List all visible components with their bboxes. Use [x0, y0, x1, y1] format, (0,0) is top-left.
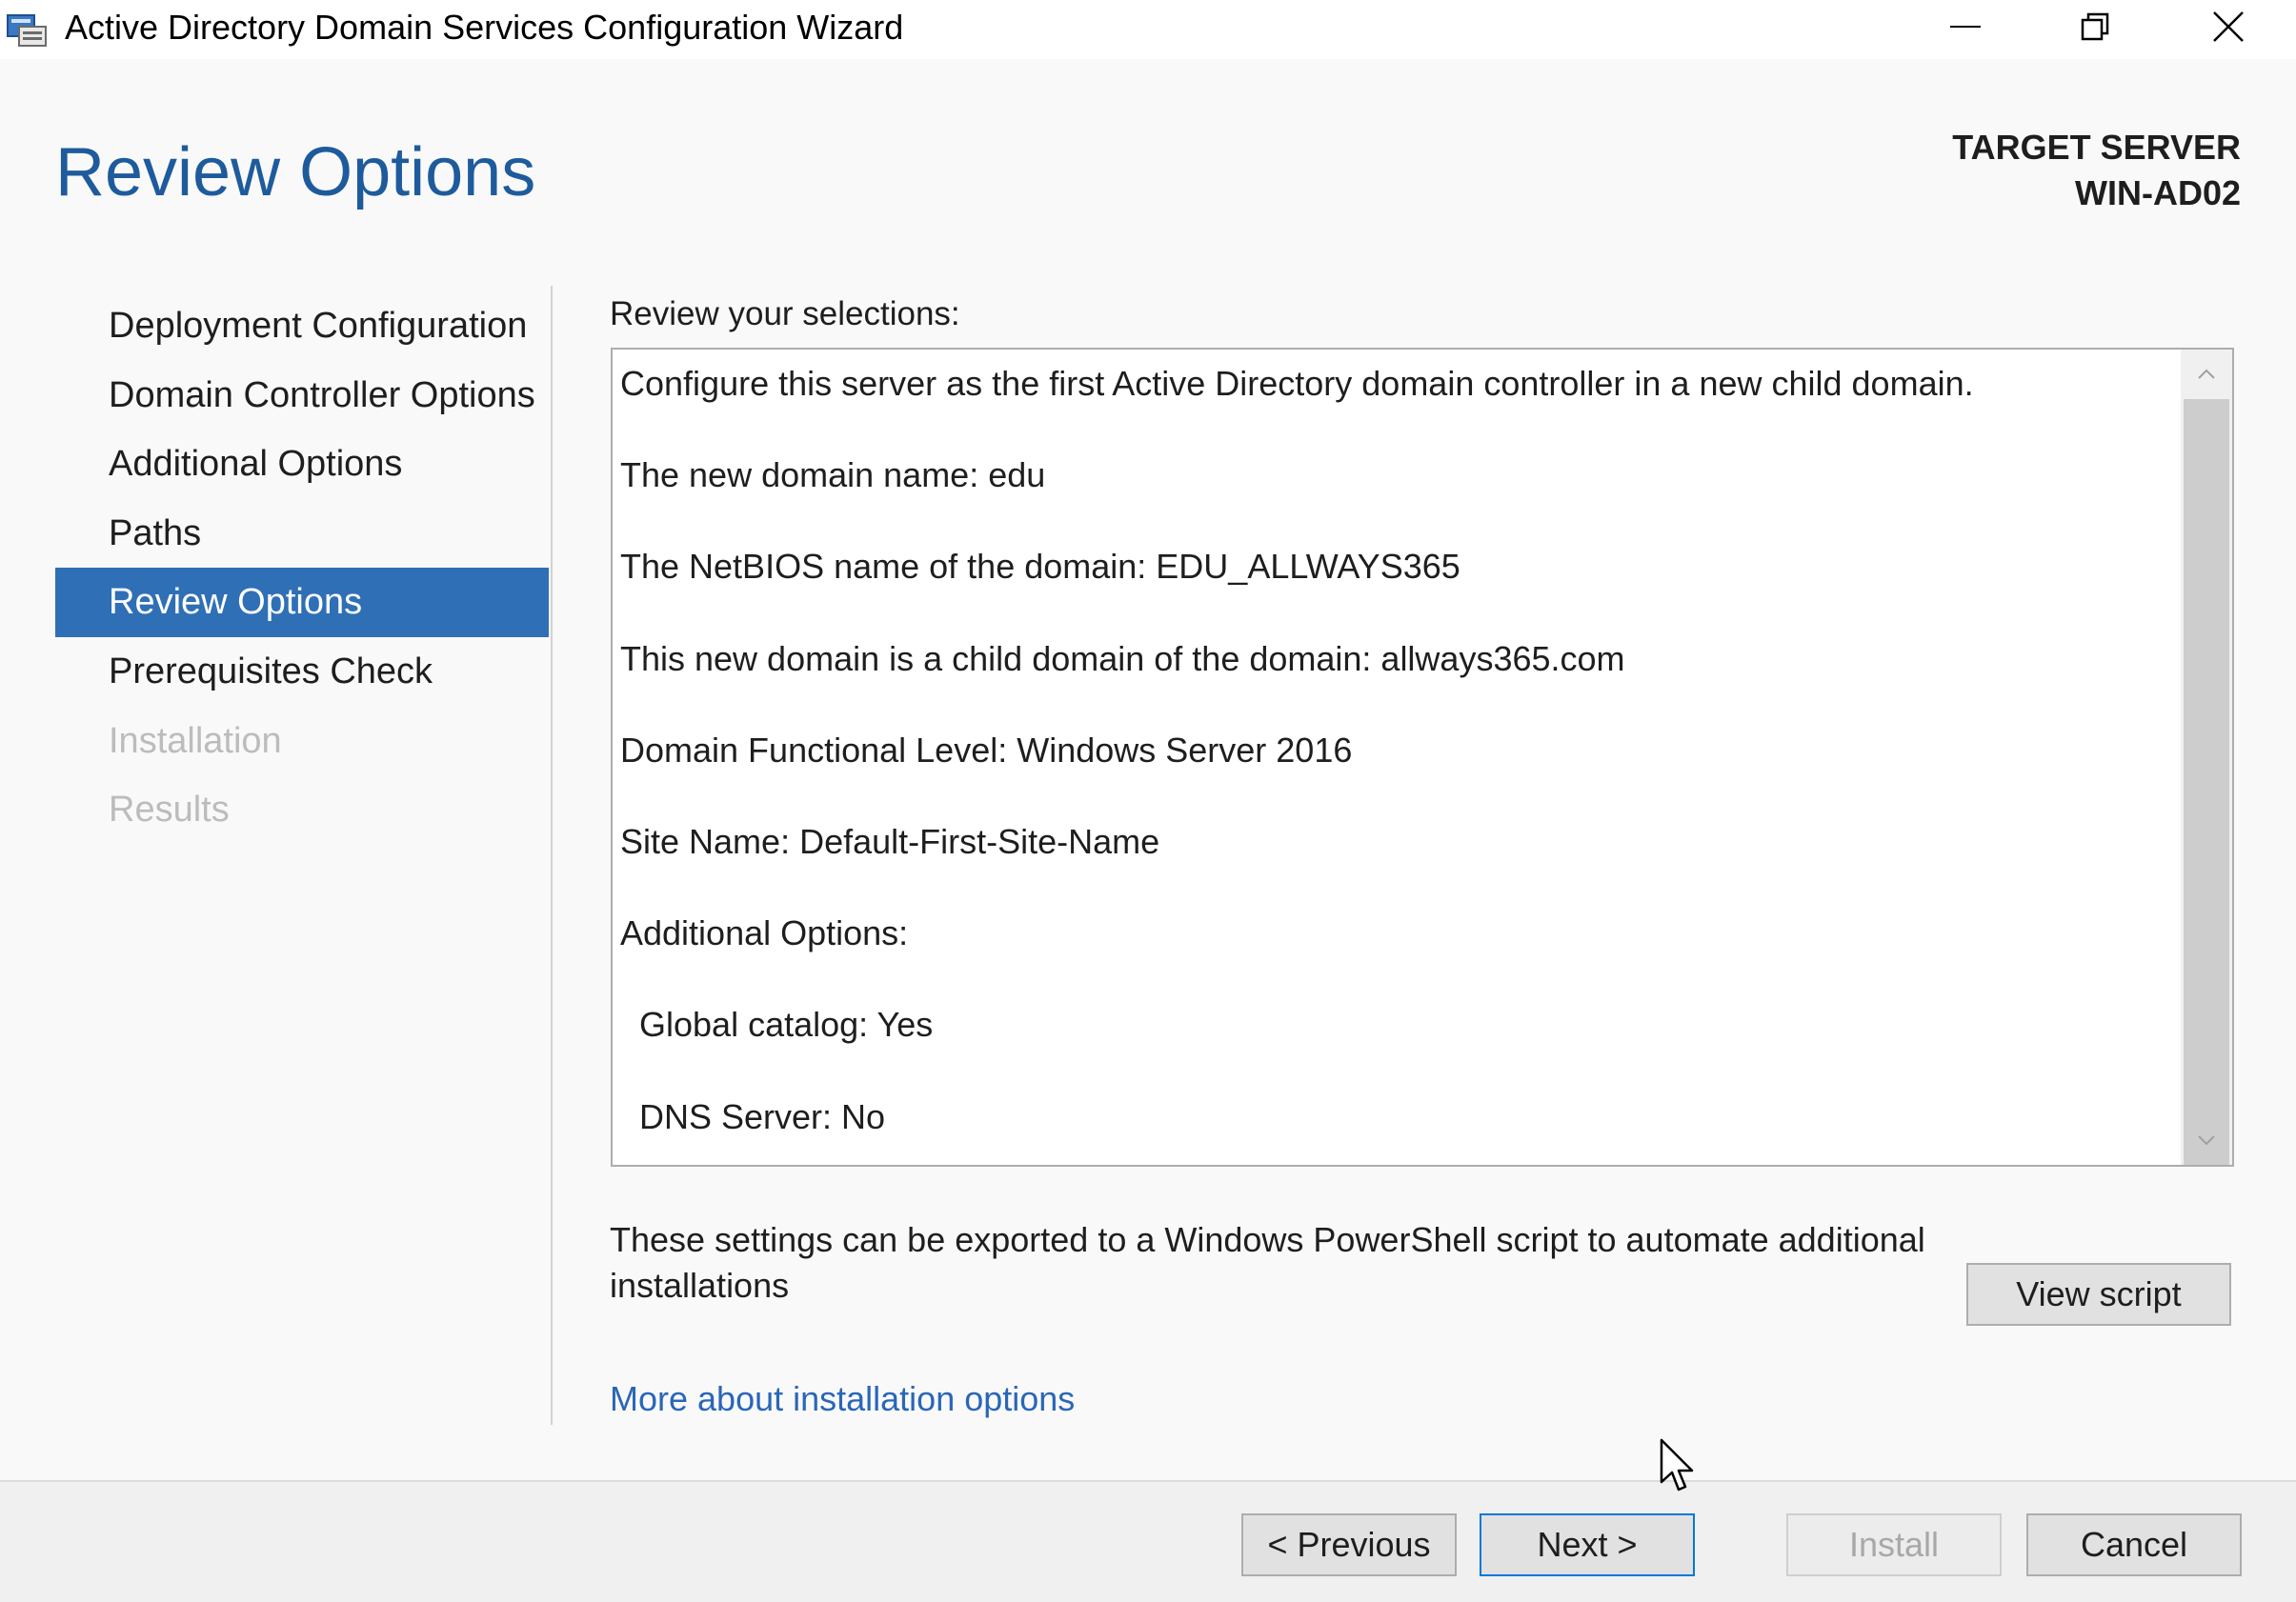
vertical-scrollbar[interactable] — [2181, 350, 2232, 1165]
close-button[interactable] — [2166, 0, 2290, 53]
cancel-button[interactable]: Cancel — [2026, 1513, 2242, 1576]
nav-item-domain-controller-options[interactable]: Domain Controller Options — [55, 361, 549, 431]
target-server-label: TARGET SERVER — [1952, 128, 2241, 167]
wizard-navigation: Deployment Configuration Domain Controll… — [55, 291, 549, 845]
nav-divider — [551, 286, 553, 1425]
scroll-up-button[interactable] — [2181, 350, 2232, 399]
nav-item-prerequisites-check[interactable]: Prerequisites Check — [55, 637, 549, 707]
window-title: Active Directory Domain Services Configu… — [65, 8, 904, 47]
scroll-thumb[interactable] — [2184, 399, 2229, 1165]
server-manager-icon — [6, 10, 48, 48]
review-line: The NetBIOS name of the domain: EDU_ALLW… — [620, 547, 1460, 587]
title-bar: Active Directory Domain Services Configu… — [0, 0, 2296, 59]
review-line: This new domain is a child domain of the… — [620, 638, 1625, 678]
review-line: Additional Options: — [620, 913, 909, 953]
minimize-button[interactable] — [1903, 0, 2027, 53]
export-description: These settings can be exported to a Wind… — [610, 1220, 1925, 1305]
restore-button[interactable] — [2033, 0, 2157, 53]
nav-item-deployment-configuration[interactable]: Deployment Configuration — [55, 291, 549, 361]
review-label: Review your selections: — [610, 295, 960, 332]
install-button: Install — [1786, 1513, 2002, 1576]
nav-item-results: Results — [109, 790, 230, 831]
nav-item-paths[interactable]: Paths — [55, 499, 549, 569]
review-line: Configure this server as the first Activ… — [620, 364, 1974, 403]
nav-item-additional-options[interactable]: Additional Options — [55, 430, 549, 499]
nav-item-installation: Installation — [109, 720, 282, 761]
view-script-button[interactable]: View script — [1966, 1263, 2231, 1326]
mouse-pointer-icon — [1660, 1438, 1694, 1493]
review-line: Domain Functional Level: Windows Server … — [620, 730, 1353, 770]
target-server-name: WIN-AD02 — [2074, 173, 2241, 212]
next-button[interactable]: Next > — [1480, 1513, 1695, 1576]
previous-button[interactable]: < Previous — [1241, 1513, 1457, 1576]
review-line: The new domain name: edu — [620, 455, 1046, 495]
review-line: Global catalog: Yes — [639, 1005, 934, 1045]
page-title: Review Options — [55, 134, 536, 210]
review-text-box[interactable]: Configure this server as the first Activ… — [611, 348, 2234, 1167]
more-about-installation-options-link[interactable]: More about installation options — [610, 1379, 1075, 1419]
review-line: Site Name: Default-First-Site-Name — [620, 821, 1160, 861]
review-line: DNS Server: No — [639, 1096, 886, 1136]
scroll-down-button[interactable] — [2181, 1115, 2232, 1165]
nav-item-review-options[interactable]: Review Options — [55, 568, 549, 637]
